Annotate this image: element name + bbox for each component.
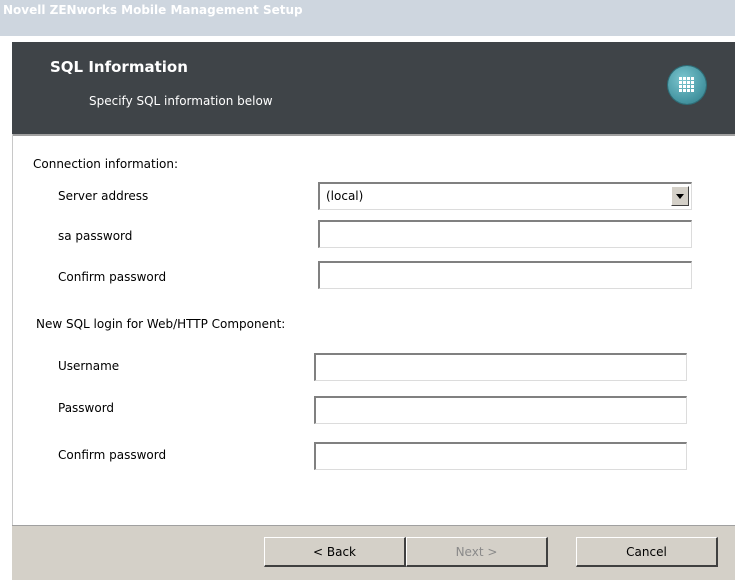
confirm-sa-password-field[interactable] [318, 261, 692, 289]
sa-password-field[interactable] [318, 220, 692, 248]
page-subtitle: Specify SQL information below [89, 94, 273, 108]
server-address-label: Server address [58, 189, 149, 203]
window-titlebar[interactable]: Novell ZENworks Mobile Management Setup [0, 0, 735, 36]
dropdown-arrow-icon[interactable] [671, 186, 689, 206]
password-label: Password [58, 401, 115, 415]
page-title: SQL Information [50, 58, 188, 76]
username-field[interactable] [314, 353, 687, 381]
confirm-password-label: Confirm password [58, 448, 167, 462]
page-header: SQL Information Specify SQL information … [12, 42, 735, 134]
password-field[interactable] [314, 396, 687, 424]
server-address-select[interactable]: (local) [318, 182, 692, 210]
window-title: Novell ZENworks Mobile Management Setup [3, 3, 303, 17]
connection-section-label: Connection information: [33, 157, 179, 171]
confirm-password-field[interactable] [314, 442, 687, 470]
username-label: Username [58, 359, 120, 373]
cancel-button[interactable]: Cancel [576, 537, 718, 567]
server-address-value: (local) [326, 189, 364, 203]
apps-grid-icon [668, 66, 706, 104]
confirm-sa-password-label: Confirm password [58, 270, 167, 284]
back-button[interactable]: < Back [264, 537, 406, 567]
web-login-section-label: New SQL login for Web/HTTP Component: [36, 317, 286, 331]
left-border [12, 134, 13, 579]
sa-password-label: sa password [58, 229, 133, 243]
next-button[interactable]: Next > [406, 537, 548, 567]
header-divider [12, 134, 735, 136]
